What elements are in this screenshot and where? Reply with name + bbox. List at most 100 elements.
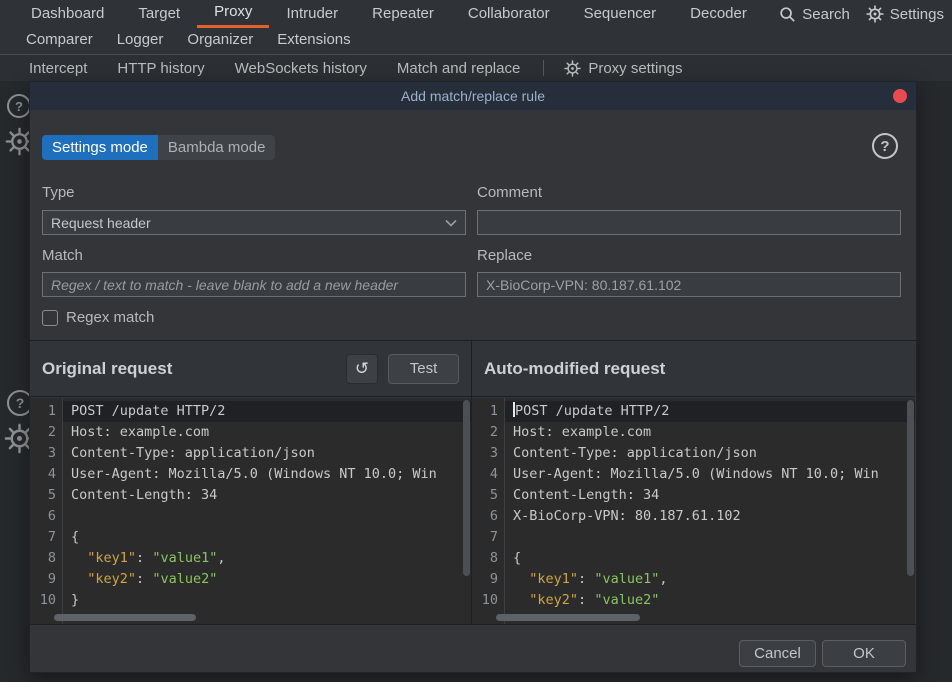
comment-label: Comment bbox=[477, 184, 542, 201]
code-line: Host: example.com bbox=[505, 422, 915, 443]
settings-mode-tab[interactable]: Settings mode bbox=[42, 135, 158, 160]
line-number: 6 bbox=[472, 506, 504, 527]
line-number: 5 bbox=[472, 485, 504, 506]
vertical-scrollbar[interactable] bbox=[463, 400, 470, 576]
tab-decoder[interactable]: Decoder bbox=[673, 0, 764, 28]
reset-button[interactable]: ↺ bbox=[346, 354, 378, 384]
line-number: 9 bbox=[472, 569, 504, 590]
ok-button[interactable]: OK bbox=[822, 640, 906, 667]
tab-organizer[interactable]: Organizer bbox=[175, 28, 265, 54]
modified-request-panel: Auto-modified request 12345678910 POST /… bbox=[472, 341, 915, 625]
search-icon bbox=[779, 6, 796, 23]
tab-proxy[interactable]: Proxy bbox=[197, 0, 269, 28]
line-number: 1 bbox=[30, 401, 62, 422]
match-input[interactable]: Regex / text to match - leave blank to a… bbox=[42, 272, 466, 297]
line-number: 6 bbox=[30, 506, 62, 527]
burp-suite-window: DashboardTargetProxyIntruderRepeaterColl… bbox=[0, 0, 952, 682]
match-input-placeholder: Regex / text to match - leave blank to a… bbox=[51, 277, 398, 293]
chevron-down-icon bbox=[445, 219, 457, 227]
settings-label: Settings bbox=[890, 6, 944, 23]
main-tab-bar: DashboardTargetProxyIntruderRepeaterColl… bbox=[0, 0, 952, 54]
main-tabs-row-2: ComparerLoggerOrganizerExtensions bbox=[0, 28, 952, 54]
horizontal-scrollbar[interactable] bbox=[54, 614, 196, 621]
test-button[interactable]: Test bbox=[388, 354, 459, 384]
tab-extensions[interactable]: Extensions bbox=[265, 28, 362, 54]
request-preview-panels: Original request ↺ Test 12345678910 POST… bbox=[30, 340, 916, 624]
line-number: 4 bbox=[472, 464, 504, 485]
code-area: POST /update HTTP/2Host: example.comCont… bbox=[62, 398, 471, 625]
undo-icon: ↺ bbox=[355, 359, 369, 379]
tab-sequencer[interactable]: Sequencer bbox=[567, 0, 674, 28]
help-icon[interactable]: ? bbox=[872, 133, 898, 159]
type-label: Type bbox=[42, 184, 75, 201]
bambda-mode-tab[interactable]: Bambda mode bbox=[158, 135, 276, 160]
line-number: 8 bbox=[30, 548, 62, 569]
search-label: Search bbox=[802, 6, 850, 23]
proxy-sub-tab-bar: InterceptHTTP historyWebSockets historyM… bbox=[0, 54, 952, 81]
code-line: "key1": "value1", bbox=[505, 569, 915, 590]
original-request-editor[interactable]: 12345678910 POST /update HTTP/2Host: exa… bbox=[30, 398, 471, 625]
type-select-value: Request header bbox=[51, 215, 151, 231]
line-number: 7 bbox=[30, 527, 62, 548]
line-number: 8 bbox=[472, 548, 504, 569]
line-number: 5 bbox=[30, 485, 62, 506]
code-line: { bbox=[63, 527, 471, 548]
line-number: 10 bbox=[472, 590, 504, 611]
code-area: POST /update HTTP/2Host: example.comCont… bbox=[504, 398, 915, 625]
code-line: Content-Length: 34 bbox=[505, 485, 915, 506]
tab-target[interactable]: Target bbox=[121, 0, 197, 28]
tab-intruder[interactable]: Intruder bbox=[269, 0, 355, 28]
line-number: 7 bbox=[472, 527, 504, 548]
replace-input[interactable]: X-BioCorp-VPN: 80.187.61.102 bbox=[477, 272, 901, 297]
modified-request-title: Auto-modified request bbox=[484, 359, 665, 379]
code-line: Content-Type: application/json bbox=[63, 443, 471, 464]
vertical-scrollbar[interactable] bbox=[907, 400, 914, 576]
code-line: X-BioCorp-VPN: 80.187.61.102 bbox=[505, 506, 915, 527]
modified-request-editor[interactable]: 12345678910 POST /update HTTP/2Host: exa… bbox=[472, 398, 915, 625]
tab-dashboard[interactable]: Dashboard bbox=[14, 0, 121, 28]
code-line: Content-Length: 34 bbox=[63, 485, 471, 506]
subtab-http-history[interactable]: HTTP history bbox=[102, 60, 219, 77]
regex-match-option: Regex match bbox=[42, 309, 154, 326]
line-number: 1 bbox=[472, 401, 504, 422]
code-line: Content-Type: application/json bbox=[505, 443, 915, 464]
subtab-match-and-replace[interactable]: Match and replace bbox=[382, 60, 535, 77]
line-number: 2 bbox=[472, 422, 504, 443]
subtab-websockets-history[interactable]: WebSockets history bbox=[220, 60, 382, 77]
tab-logger[interactable]: Logger bbox=[105, 28, 176, 54]
cancel-button[interactable]: Cancel bbox=[739, 640, 816, 667]
gear-icon bbox=[866, 5, 884, 23]
tab-collaborator[interactable]: Collaborator bbox=[451, 0, 567, 28]
code-line: "key2": "value2" bbox=[505, 590, 915, 611]
code-line: { bbox=[505, 548, 915, 569]
line-number: 3 bbox=[30, 443, 62, 464]
match-label: Match bbox=[42, 247, 83, 264]
horizontal-scrollbar[interactable] bbox=[496, 614, 640, 621]
subtab-proxy-settings[interactable]: Proxy settings bbox=[552, 60, 694, 77]
line-number: 3 bbox=[472, 443, 504, 464]
original-request-title: Original request bbox=[42, 359, 172, 379]
line-number: 10 bbox=[30, 590, 62, 611]
settings-button[interactable]: Settings bbox=[866, 5, 944, 23]
regex-match-checkbox[interactable] bbox=[42, 310, 58, 326]
modified-request-header: Auto-modified request bbox=[472, 341, 915, 397]
type-select[interactable]: Request header bbox=[42, 210, 466, 235]
code-line: User-Agent: Mozilla/5.0 (Windows NT 10.0… bbox=[63, 464, 471, 485]
line-number-gutter: 12345678910 bbox=[472, 398, 504, 625]
help-icon[interactable]: ? bbox=[7, 94, 31, 118]
line-number-gutter: 12345678910 bbox=[30, 398, 62, 625]
record-indicator-dot[interactable] bbox=[893, 89, 907, 103]
search-button[interactable]: Search bbox=[779, 6, 850, 23]
replace-label: Replace bbox=[477, 247, 532, 264]
tab-comparer[interactable]: Comparer bbox=[14, 28, 105, 54]
replace-input-value: X-BioCorp-VPN: 80.187.61.102 bbox=[486, 277, 681, 293]
subtab-intercept[interactable]: Intercept bbox=[14, 60, 102, 77]
regex-match-label: Regex match bbox=[66, 309, 154, 326]
topbar-tools: Search Settings bbox=[779, 0, 944, 28]
code-line: User-Agent: Mozilla/5.0 (Windows NT 10.0… bbox=[505, 464, 915, 485]
comment-input[interactable] bbox=[477, 210, 901, 235]
tab-repeater[interactable]: Repeater bbox=[355, 0, 451, 28]
dialog-title: Add match/replace rule bbox=[401, 88, 545, 104]
dialog-footer: Cancel OK bbox=[30, 624, 916, 672]
code-line: "key1": "value1", bbox=[63, 548, 471, 569]
